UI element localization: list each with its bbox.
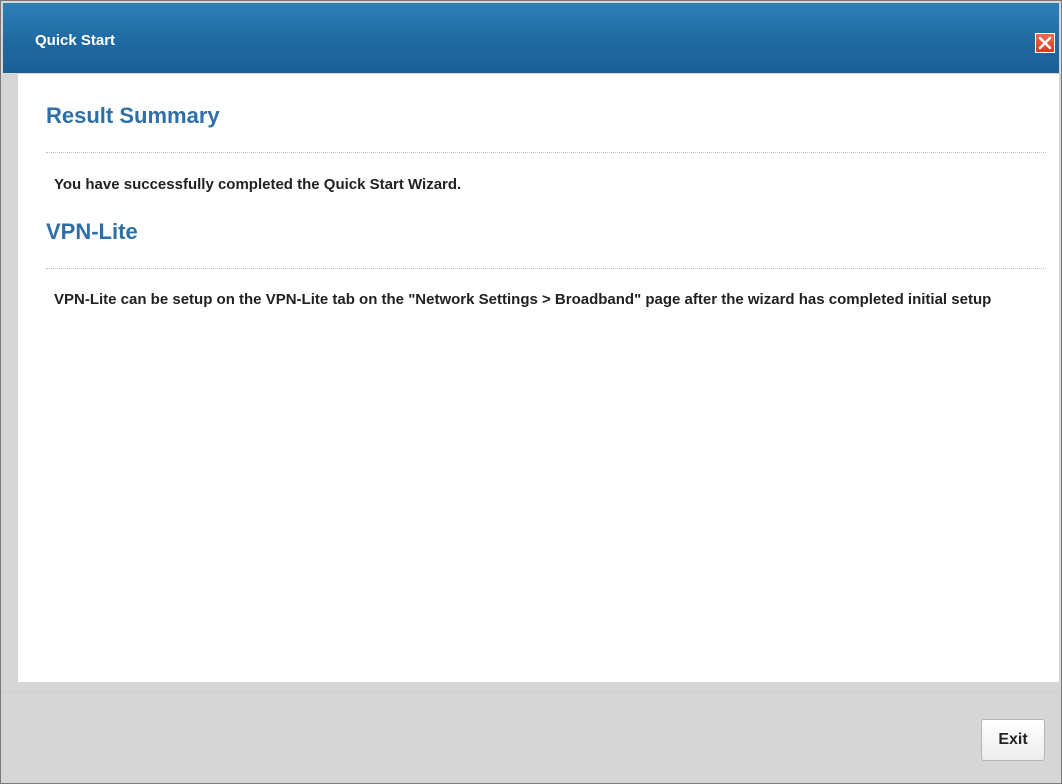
vpn-lite-divider — [46, 268, 1046, 269]
result-summary-divider — [46, 152, 1046, 153]
result-summary-text: You have successfully completed the Quic… — [54, 176, 462, 193]
close-button[interactable] — [1035, 33, 1055, 53]
result-summary-heading: Result Summary — [46, 103, 220, 128]
dialog-footer — [3, 691, 1059, 782]
title-bar: Quick Start — [3, 3, 1059, 73]
content-panel: Result Summary You have successfully com… — [18, 74, 1059, 682]
exit-button[interactable]: Exit — [981, 719, 1045, 761]
close-icon — [1038, 36, 1052, 50]
quick-start-dialog: Quick Start Result Summary You have succ… — [0, 0, 1062, 784]
dialog-title: Quick Start — [35, 32, 116, 49]
vpn-lite-text: VPN-Lite can be setup on the VPN-Lite ta… — [54, 291, 992, 308]
vpn-lite-heading: VPN-Lite — [46, 219, 138, 244]
